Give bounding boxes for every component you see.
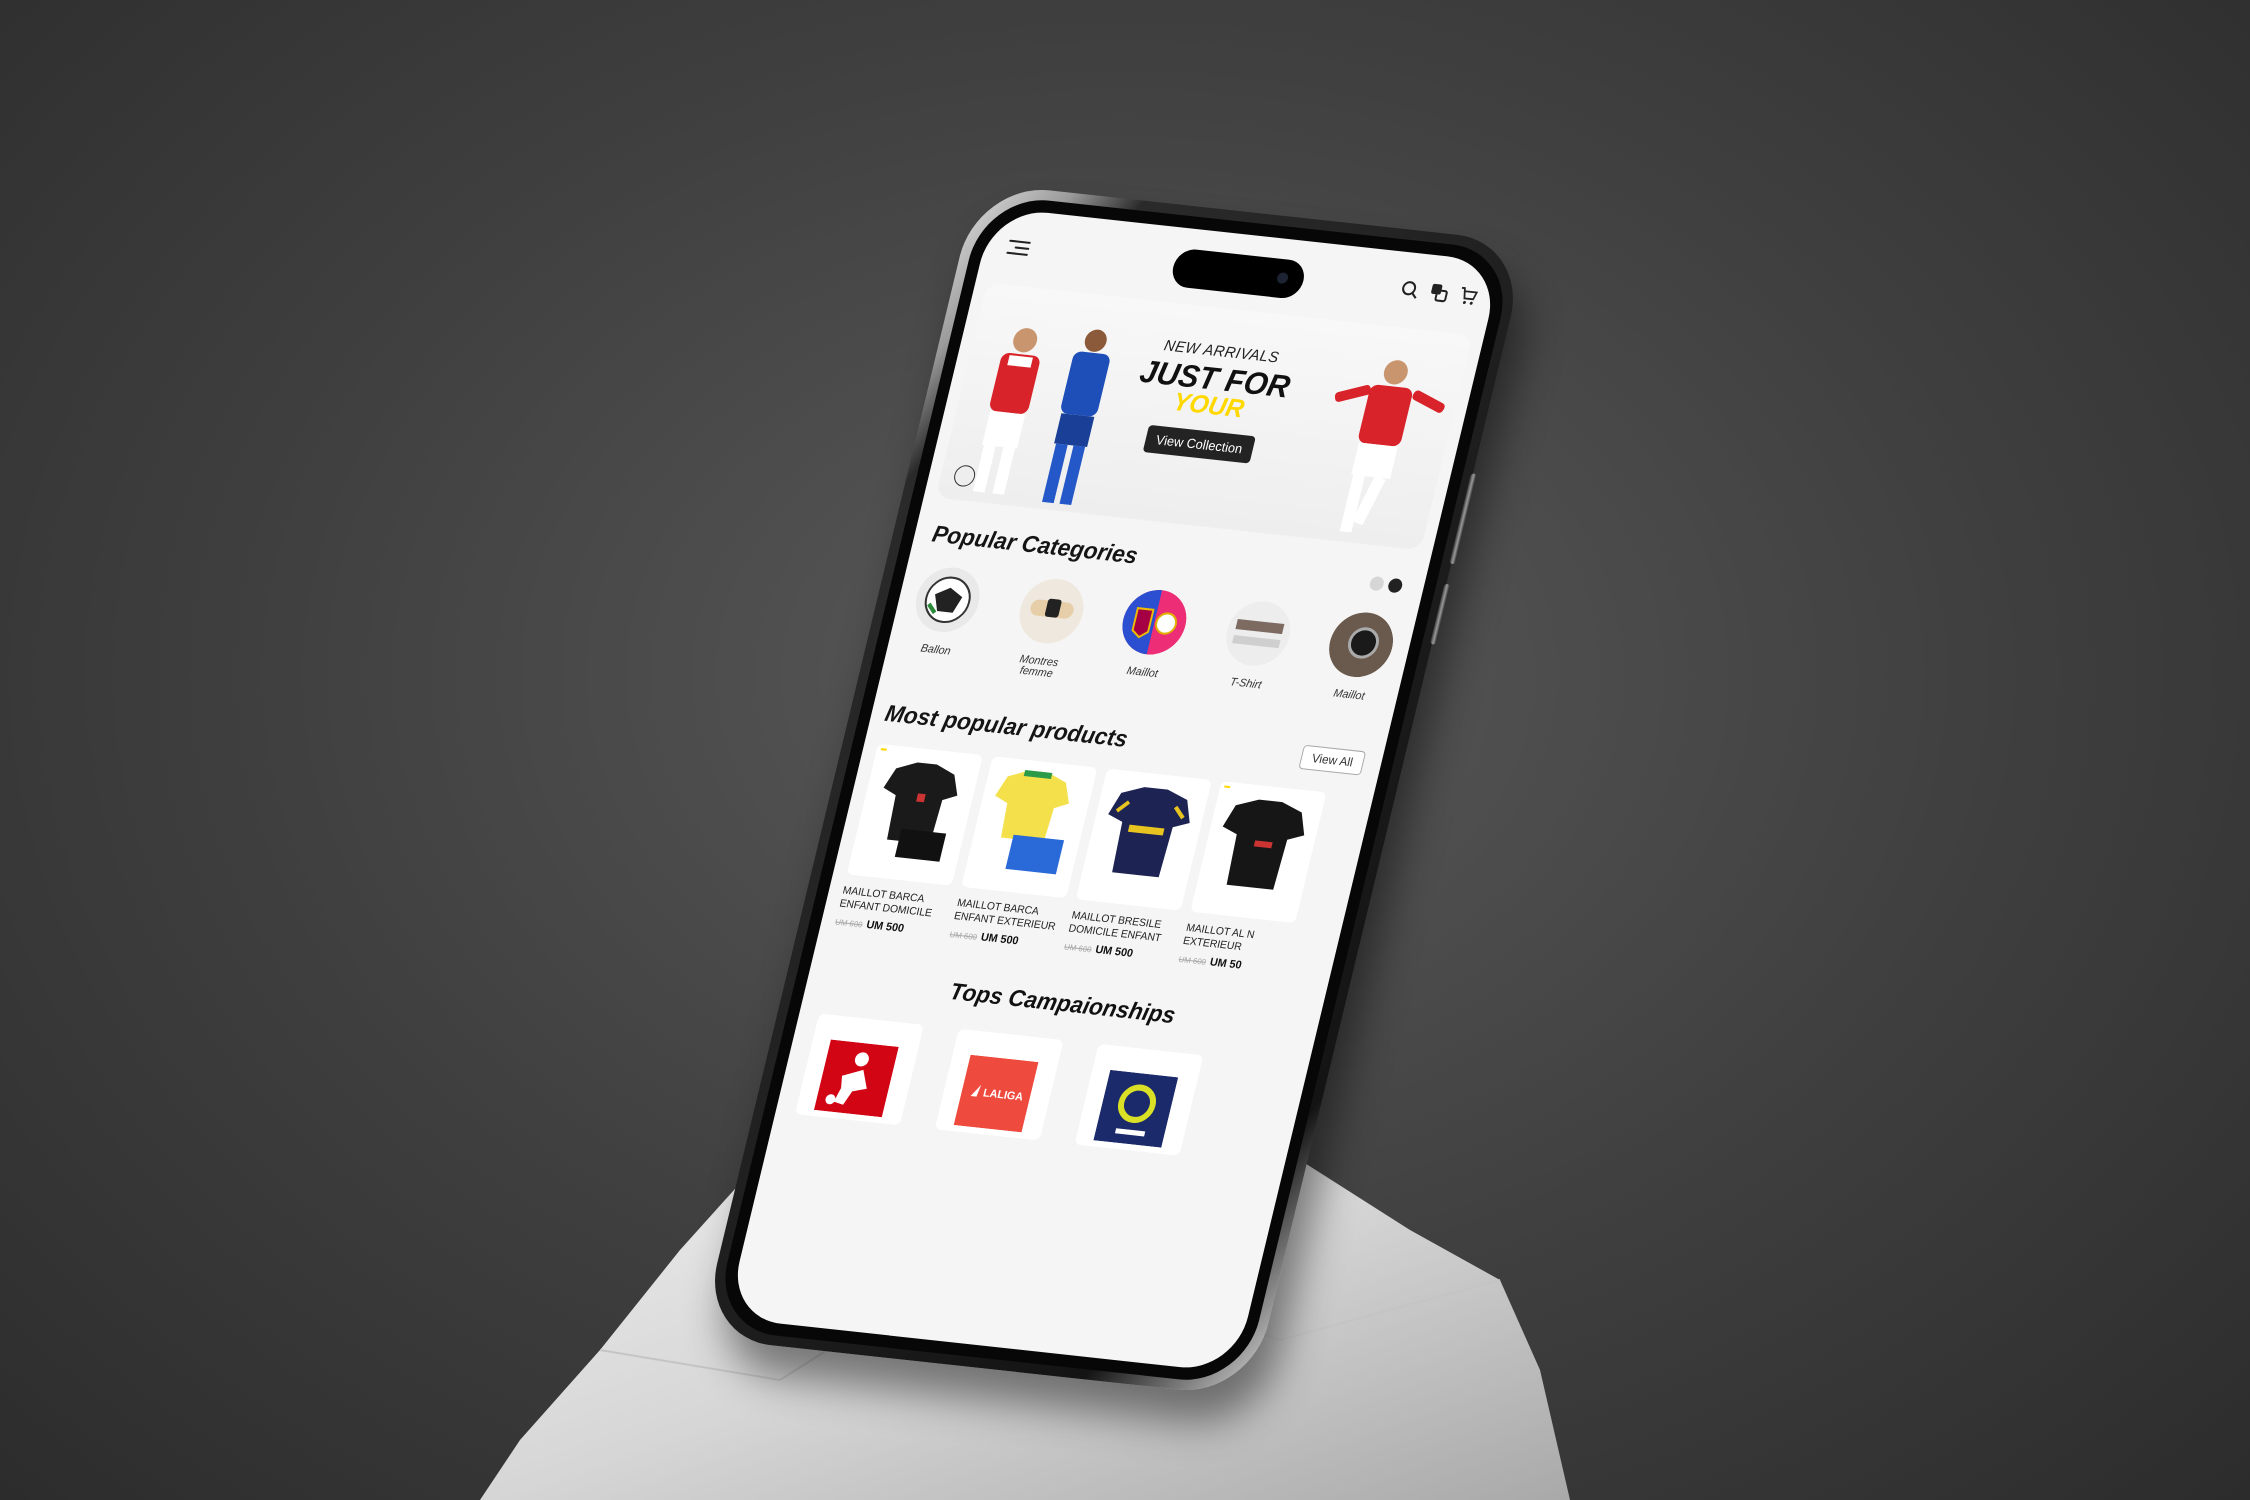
top-icons <box>1398 278 1480 307</box>
championships-list: LALIGA <box>794 1013 1308 1168</box>
search-icon[interactable] <box>1398 278 1422 300</box>
product-image <box>1075 768 1212 911</box>
carousel-dot[interactable] <box>1368 575 1386 592</box>
player-celebrating-image <box>1334 360 1445 533</box>
category-label: Montres femme <box>1018 653 1060 681</box>
category-item[interactable]: T-Shirt <box>1208 598 1300 705</box>
product-name: MAILLOT BARCA ENFANT DOMICILE <box>838 884 934 920</box>
category-item[interactable]: Ballon <box>898 564 990 671</box>
watch-image <box>1329 612 1394 678</box>
club-jersey-image <box>1122 589 1187 655</box>
view-all-button[interactable]: View All <box>1298 744 1367 776</box>
product-old-price: UM 600 <box>1063 942 1093 955</box>
carousel-dot-active[interactable] <box>1386 577 1404 594</box>
product-name: MAILLOT BRESILE DOMICILE ENFANT <box>1067 909 1163 945</box>
product-image <box>846 743 983 886</box>
product-new-price: UM 500 <box>979 931 1020 948</box>
product-old-price: UM 600 <box>948 929 979 942</box>
jersey-yellow-image <box>995 770 1069 875</box>
product-image <box>961 756 1098 899</box>
laliga-logo: LALIGA <box>953 1054 1039 1133</box>
championship-card[interactable] <box>1074 1043 1204 1156</box>
carousel-dots <box>1368 575 1404 594</box>
product-new-price: UM 500 <box>1093 943 1135 960</box>
tshirt-image <box>1225 601 1290 666</box>
categories-title: Popular Categories <box>929 520 1141 569</box>
category-label: T-Shirt <box>1228 676 1263 692</box>
product-new-price: UM 50 <box>1208 956 1243 972</box>
view-collection-button[interactable]: View Collection <box>1142 424 1257 464</box>
jersey-black-image <box>1222 799 1305 890</box>
ball-image <box>915 567 980 633</box>
hero-text: NEW ARRIVALS JUST FOR YOUR View Collecti… <box>1111 334 1309 467</box>
product-name: MAILLOT BARCA ENFANT EXTERIEUR <box>952 896 1057 933</box>
category-item[interactable]: Montres femme <box>1001 575 1093 682</box>
jersey-navy-image <box>1108 787 1190 878</box>
product-old-price: UM 600 <box>1177 954 1208 967</box>
championship-card[interactable]: LALIGA <box>934 1028 1064 1141</box>
category-item[interactable]: Maillot <box>1311 609 1403 716</box>
category-label: Maillot <box>1125 664 1160 681</box>
bundesliga-logo <box>813 1039 899 1118</box>
product-name: MAILLOT AL N EXTERIEUR <box>1181 921 1256 954</box>
ligue1-logo <box>1093 1069 1179 1148</box>
championship-card[interactable] <box>794 1013 924 1126</box>
jersey-black-image <box>883 762 958 862</box>
product-image <box>1190 781 1327 924</box>
category-label: Ballon <box>919 642 952 658</box>
product-old-price: UM 600 <box>834 917 864 930</box>
cart-icon[interactable] <box>1456 285 1480 307</box>
menu-icon[interactable] <box>1006 239 1031 258</box>
watch-women-image <box>1019 578 1084 644</box>
products-title: Most popular products <box>882 699 1131 752</box>
product-new-price: UM 500 <box>864 918 906 935</box>
category-item[interactable]: Maillot <box>1104 586 1196 693</box>
category-label: Maillot <box>1332 687 1366 703</box>
hero-banner: NEW ARRIVALS JUST FOR YOUR View Collecti… <box>935 282 1473 551</box>
translate-icon[interactable] <box>1427 281 1451 303</box>
